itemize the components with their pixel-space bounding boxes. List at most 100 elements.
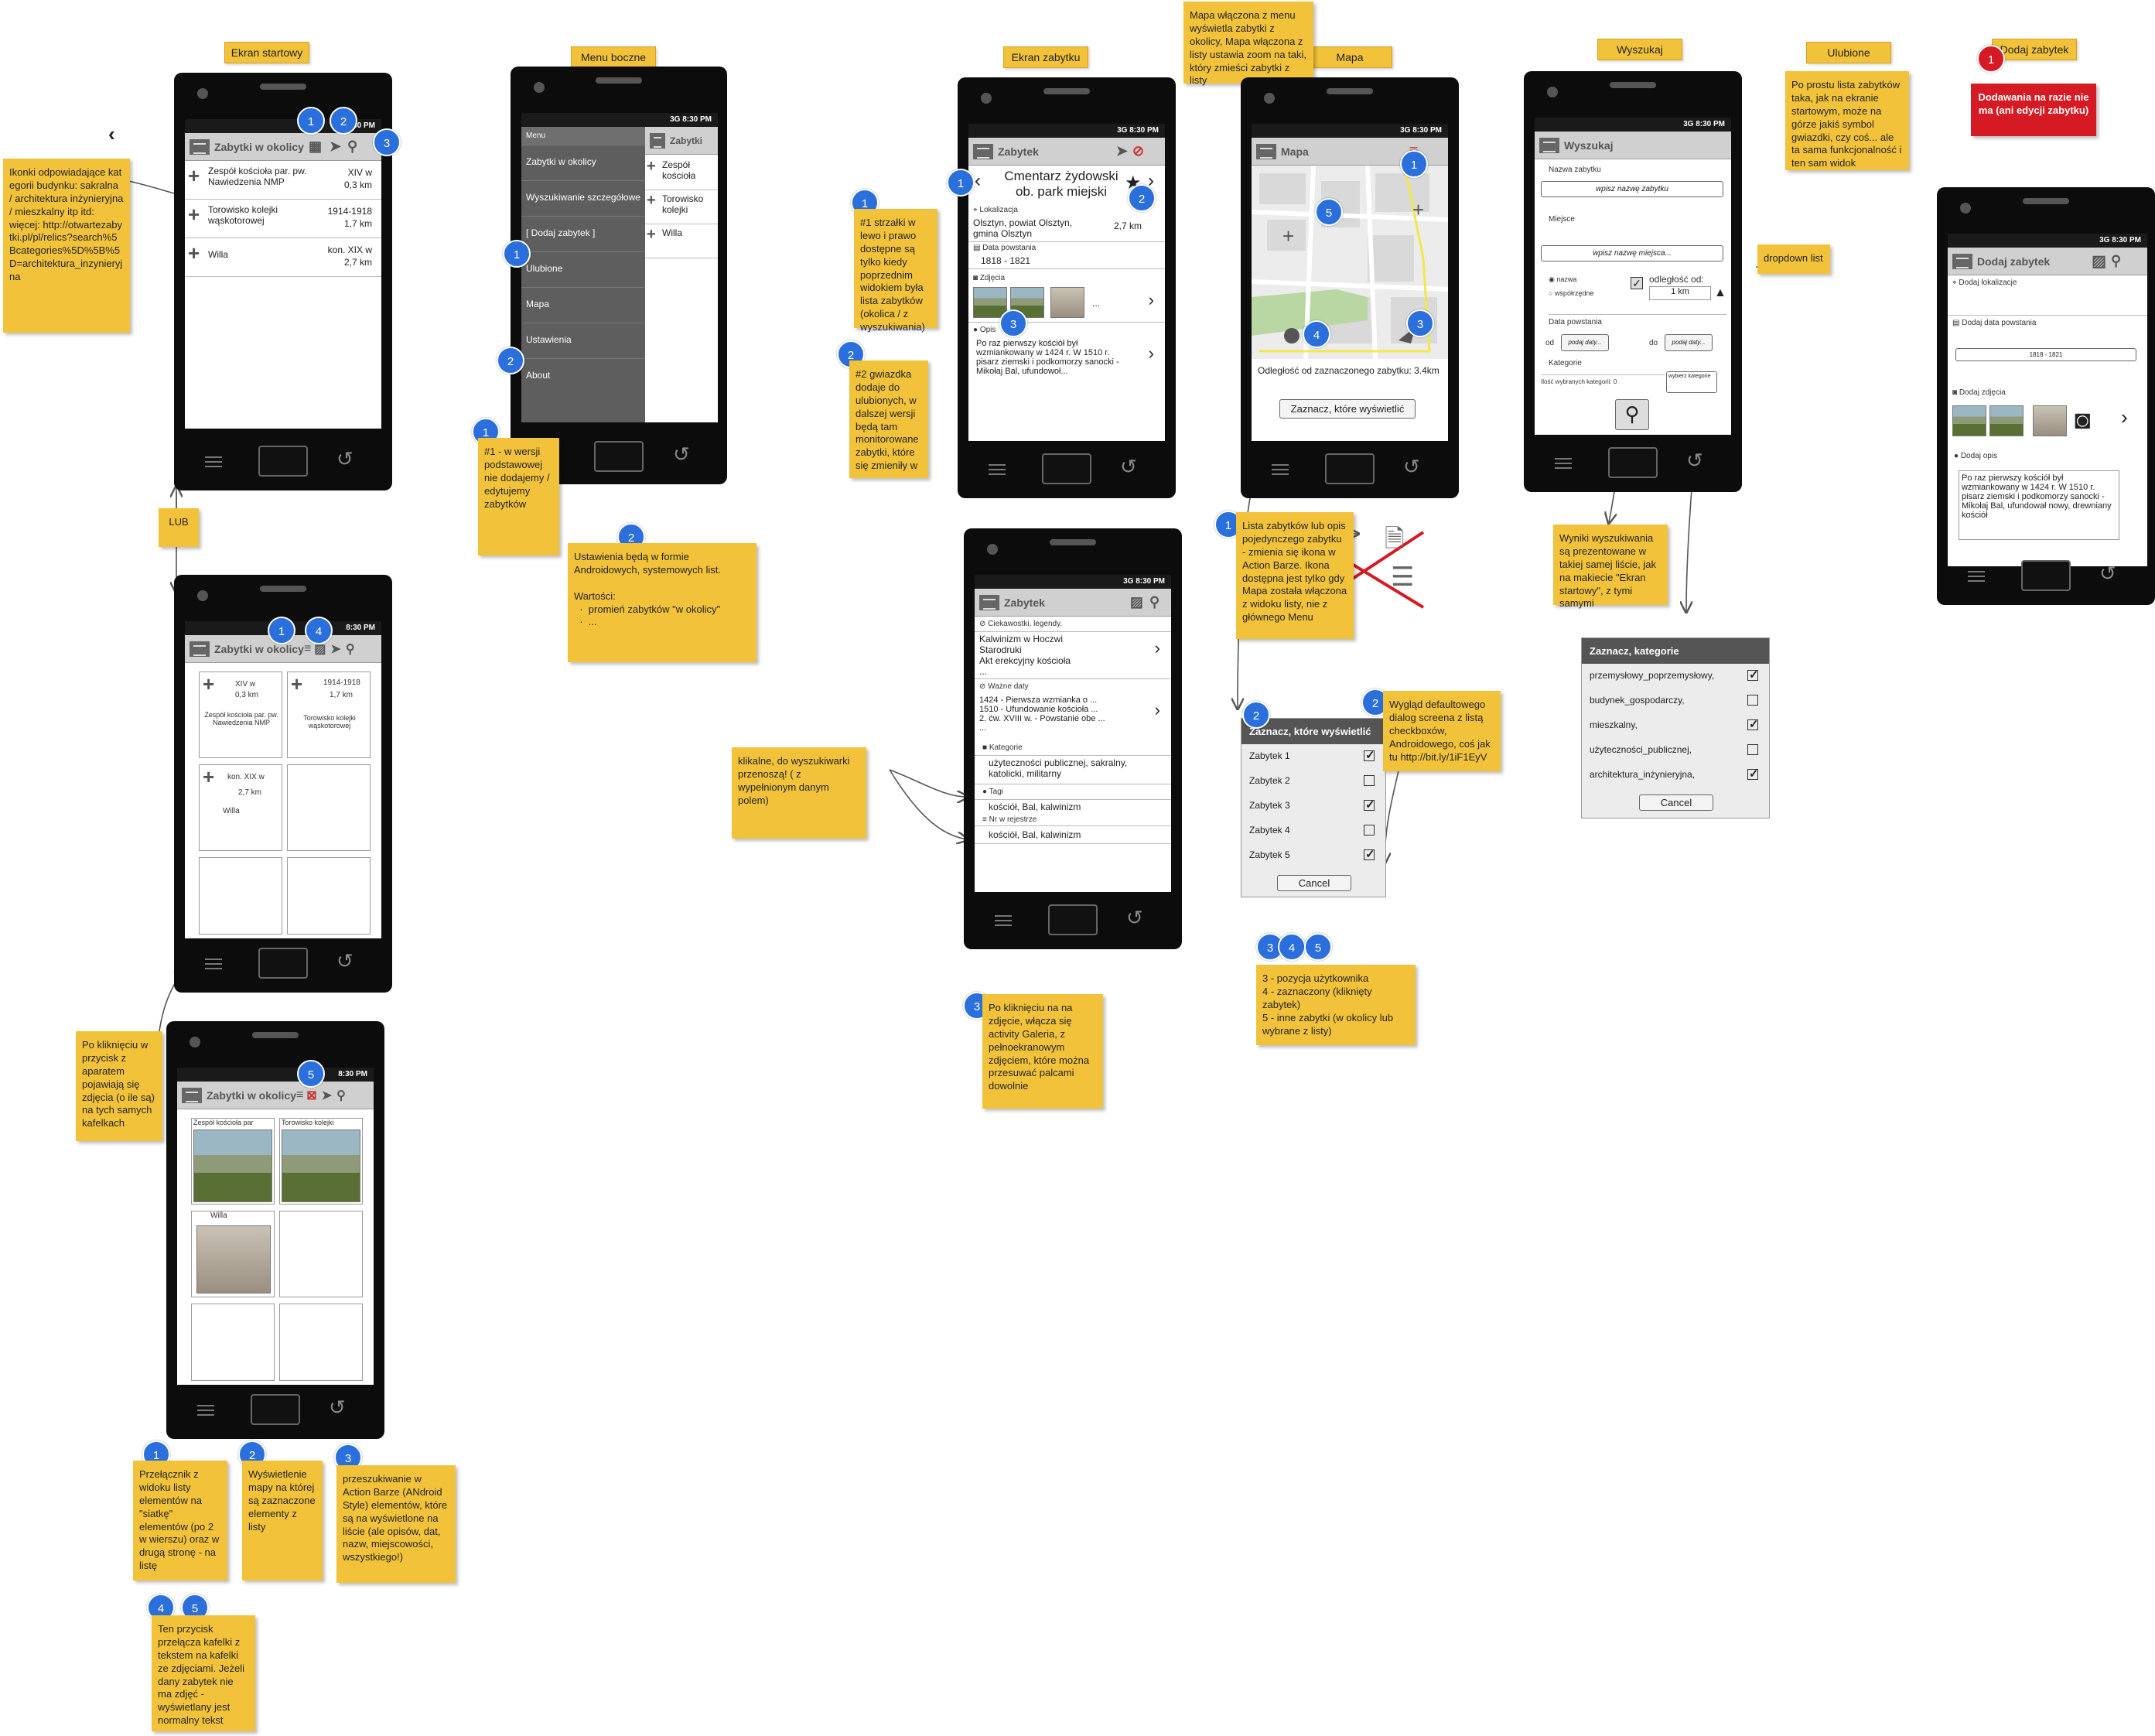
place-input[interactable]: wpisz nazwę miejsca... <box>1541 245 1723 261</box>
dialog-item[interactable]: przemysłowy_poprzemysłowy, <box>1582 664 1769 689</box>
menu-icon[interactable] <box>190 138 210 155</box>
distance-checkbox[interactable]: ✓ <box>1631 277 1643 289</box>
select-monuments-button[interactable]: Zaznacz, które wyświetlić <box>1279 399 1416 419</box>
list-item[interactable]: + Zespół kościoła par. pw. Nawiedzenia NM… <box>185 161 381 200</box>
navigate-icon[interactable]: ➤ <box>322 1088 332 1103</box>
photo-tile[interactable]: Torowisko kolejki <box>279 1118 363 1205</box>
drawer-item-map[interactable]: Mapa <box>521 288 645 323</box>
chevron-right-icon[interactable]: › <box>1155 638 1160 658</box>
dialog-item[interactable]: użyteczności_publicznej, <box>1582 738 1769 763</box>
dialog-item[interactable]: Zabytek 1 <box>1241 744 1385 769</box>
menu-icon[interactable] <box>1256 143 1276 159</box>
menu-icon[interactable] <box>190 641 210 657</box>
photo-thumb[interactable] <box>2033 405 2067 436</box>
description[interactable]: Po raz pierwszy kościół był wzmiankowany… <box>968 337 1165 385</box>
drawer-item-favourites[interactable]: Ulubione <box>521 252 645 288</box>
navigate-icon[interactable]: ➤ <box>330 641 340 657</box>
add-photo-camera-icon[interactable]: ◙ <box>2075 405 2091 436</box>
back-chevron-icon[interactable]: ‹ <box>108 122 115 146</box>
add-location[interactable]: ⌖ Dodaj lokalizacje <box>1948 275 2147 316</box>
search-icon[interactable]: ⚲ <box>346 641 355 657</box>
checkbox[interactable] <box>1747 668 1759 682</box>
chevron-right-icon[interactable]: › <box>1149 290 1154 310</box>
menu-icon[interactable] <box>973 143 993 159</box>
checkbox[interactable] <box>1747 744 1758 755</box>
grid-icon[interactable]: ▦ <box>309 138 322 155</box>
tags[interactable]: kościół, Bal, kalwinizm <box>975 799 1171 814</box>
cancel-button[interactable]: Cancel <box>1277 875 1351 891</box>
register[interactable]: kościół, Bal, kalwinizm <box>975 825 1171 844</box>
search-icon[interactable]: ⚲ <box>336 1088 346 1103</box>
search-submit-button[interactable]: ⚲ <box>1615 399 1649 430</box>
photo-tile[interactable]: Zespół kościoła par <box>191 1118 275 1205</box>
dialog-item[interactable]: architektura_inżynieryjna, <box>1582 763 1769 788</box>
checkbox[interactable] <box>1364 847 1375 861</box>
grid-tile[interactable]: + kon. XIX w 2,7 km Willa <box>199 764 282 851</box>
photo-strip[interactable]: ... › <box>968 284 1165 323</box>
dropdown-arrow-icon[interactable]: ▲ <box>1714 286 1726 300</box>
navigate-icon[interactable]: ➤ <box>1116 143 1128 159</box>
chevron-right-icon[interactable]: › <box>1149 343 1154 364</box>
grid-tile[interactable]: + XIV w 0,3 km Zespół kościoła par. pw. Naw… <box>199 672 282 758</box>
photo-icon[interactable]: ▨ <box>1130 594 1143 610</box>
dialog-item[interactable]: Zabytek 2 <box>1241 769 1385 794</box>
search-icon[interactable]: ⚲ <box>347 138 357 155</box>
search-icon[interactable]: ⚲ <box>2111 253 2121 269</box>
search-icon[interactable]: ⚲ <box>1149 594 1159 610</box>
radio-name[interactable]: ◉ nazwa <box>1549 275 1576 284</box>
photo-icon[interactable]: ▨ <box>2092 251 2106 271</box>
menu-icon[interactable] <box>1539 137 1559 153</box>
location[interactable]: Olsztyn, powiat Olsztyn, gmina Olsztyn 2,… <box>968 216 1165 242</box>
date-from-input[interactable]: podaj daty... <box>1561 334 1609 351</box>
photo-off-icon[interactable]: ⊠ <box>306 1088 316 1103</box>
checkbox[interactable] <box>1747 695 1758 706</box>
add-date[interactable]: ▤ Dodaj data powstania <box>1948 316 2147 331</box>
list-item[interactable]: + Zespół kościoła <box>645 156 718 190</box>
photo-thumb[interactable] <box>973 287 1007 318</box>
date-input[interactable]: 1818 - 1821 <box>1955 348 2136 361</box>
menu-icon[interactable] <box>1952 253 1972 269</box>
checkbox[interactable] <box>1364 825 1375 836</box>
radio-coords[interactable]: ○ współrzędne <box>1549 289 1593 297</box>
chevron-right-icon[interactable]: › <box>1155 700 1160 720</box>
drawer-item-settings[interactable]: Ustawienia <box>521 323 645 359</box>
prev-arrow-icon[interactable]: ‹ <box>975 170 981 192</box>
photo-thumb[interactable] <box>1952 405 1986 436</box>
photo-tile[interactable]: Willa <box>191 1211 275 1297</box>
navigate-icon[interactable]: ➤ <box>330 138 341 155</box>
list-item[interactable]: + Willa kon. XIX w 2,7 km <box>185 238 381 277</box>
chevron-right-icon[interactable]: › <box>2121 405 2128 429</box>
curiosities[interactable]: Kalwinizm w Hoczwi Starodruki Akt erekcy… <box>975 632 1171 678</box>
list-icon[interactable]: ≡ <box>304 642 311 656</box>
list-icon[interactable]: ≡ <box>296 1088 303 1102</box>
photo-thumb[interactable] <box>1989 405 2024 436</box>
grid-tile[interactable]: +1914-1918 1,7 km Torowisko kolejki wąskot… <box>287 672 371 758</box>
distance-dropdown[interactable]: 1 km <box>1649 286 1711 300</box>
list-item[interactable]: + Torowisko kolejki wąskotorowej 1914-1918… <box>185 200 381 238</box>
drawer-item-search[interactable]: Wyszukiwanie szczegółowe <box>521 181 645 217</box>
checkbox[interactable] <box>1364 798 1375 812</box>
drawer-item-add[interactable]: [ Dodaj zabytek ] <box>521 217 645 252</box>
map-off-icon[interactable]: ⊘ <box>1132 143 1144 159</box>
date-to-input[interactable]: podaj daty... <box>1665 334 1713 351</box>
checkbox[interactable] <box>1364 775 1375 786</box>
description-textarea[interactable]: Po raz pierwszy kościół był wzmiankowany… <box>1959 470 2119 540</box>
checkbox[interactable] <box>1747 717 1759 731</box>
checkbox[interactable] <box>1747 767 1759 781</box>
checkbox[interactable] <box>1364 748 1375 762</box>
menu-icon[interactable] <box>650 132 665 149</box>
cancel-button[interactable]: Cancel <box>1639 795 1713 811</box>
menu-icon[interactable] <box>979 594 999 610</box>
categories[interactable]: użyteczności publicznej, sakralny, katol… <box>975 755 1171 784</box>
list-item[interactable]: + Willa <box>645 224 718 258</box>
dialog-item[interactable]: Zabytek 4 <box>1241 818 1385 843</box>
drawer-item-nearby[interactable]: Zabytki w okolicy <box>521 145 645 181</box>
photo-thumb[interactable] <box>1050 287 1084 318</box>
dialog-item[interactable]: Zabytek 5 <box>1241 843 1385 868</box>
important-dates[interactable]: 1424 - Pierwsza wzmianka o ... 1510 - Uf… <box>975 694 1171 740</box>
drawer-item-about[interactable]: About <box>521 359 645 395</box>
dialog-item[interactable]: mieszkalny, <box>1582 713 1769 738</box>
dialog-item[interactable]: budynek_gospodarczy, <box>1582 689 1769 713</box>
dialog-item[interactable]: Zabytek 3 <box>1241 794 1385 818</box>
date-value[interactable]: 1818 - 1821 <box>968 254 1165 269</box>
